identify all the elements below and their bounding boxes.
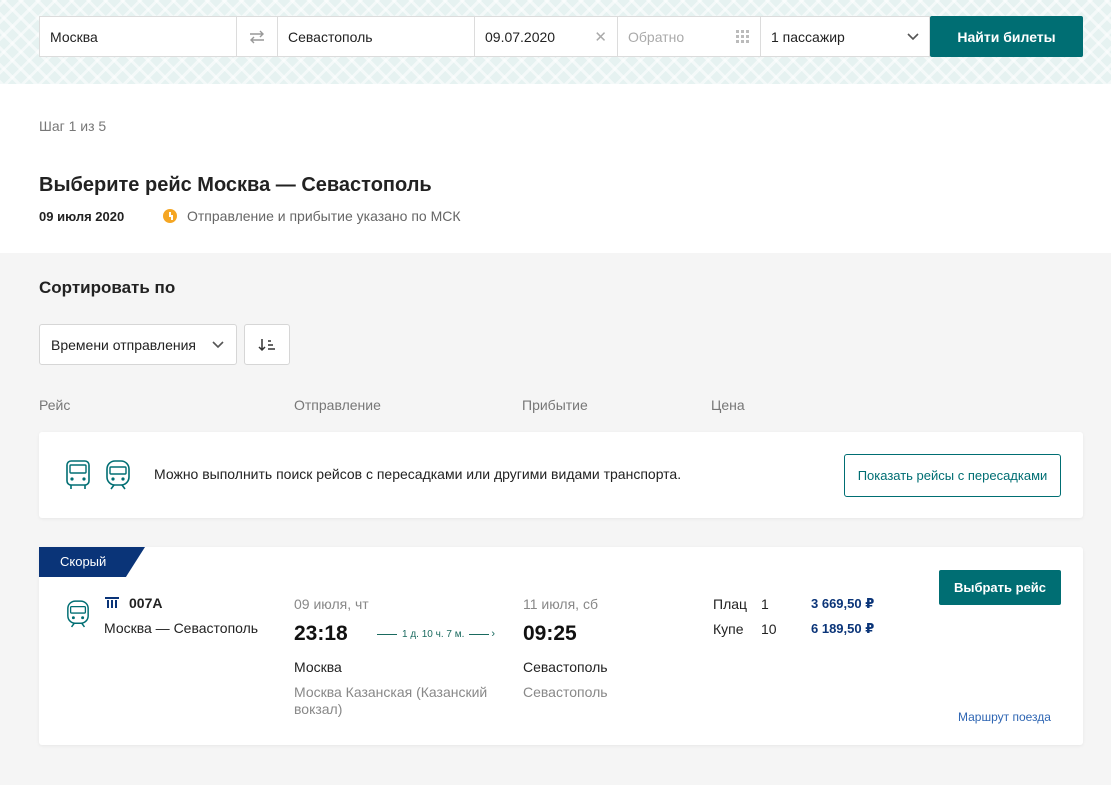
return-placeholder: Обратно bbox=[628, 28, 685, 45]
from-field[interactable]: Москва bbox=[39, 16, 236, 57]
train-number: 007А bbox=[104, 595, 162, 611]
find-tickets-button[interactable]: Найти билеты bbox=[930, 16, 1083, 57]
chevron-down-icon bbox=[907, 32, 919, 40]
train-number-value: 007А bbox=[129, 595, 163, 611]
fare-class: Купе bbox=[713, 621, 744, 637]
swap-button[interactable] bbox=[236, 16, 277, 57]
passengers-value: 1 пассажир bbox=[771, 28, 845, 45]
page-title: Выберите рейс Москва — Севастополь bbox=[39, 174, 432, 196]
to-value: Севастополь bbox=[288, 28, 373, 45]
step-indicator: Шаг 1 из 5 bbox=[39, 118, 107, 134]
timezone-text: Отправление и прибытие указано по МСК bbox=[187, 208, 461, 224]
calendar-grid-icon bbox=[736, 29, 749, 43]
departure-time: 23:18 bbox=[294, 622, 348, 645]
travel-duration: 1 д. 10 ч. 7 м. › bbox=[372, 628, 495, 640]
results-header: Шаг 1 из 5 Выберите рейс Москва — Севаст… bbox=[0, 84, 1111, 253]
train-route-link[interactable]: Маршрут поезда bbox=[958, 710, 1051, 724]
timezone-note: Отправление и прибытие указано по МСК bbox=[163, 208, 461, 224]
train-icon bbox=[67, 600, 89, 628]
sort-select[interactable]: Времени отправления bbox=[39, 324, 237, 365]
transport-icons bbox=[65, 459, 131, 491]
column-departure: Отправление bbox=[294, 397, 381, 413]
return-date-field[interactable]: Обратно bbox=[617, 16, 760, 57]
brand-train-logo-icon bbox=[105, 597, 119, 608]
date-value: 09.07.2020 bbox=[485, 28, 556, 45]
arrival-date: 11 июля, сб bbox=[523, 596, 598, 612]
train-result-card: Скорый 007А Москва — Севастополь 09 июля… bbox=[39, 547, 1083, 745]
fare-row: Плац 1 3 669,50 ₽ bbox=[713, 596, 874, 612]
search-form: Москва Севастополь 09.07.2020 ✕ Обратно bbox=[39, 16, 1083, 57]
departure-station: Москва Казанская (Казанский вокзал) bbox=[294, 684, 488, 717]
to-field[interactable]: Севастополь bbox=[277, 16, 474, 57]
sort-selected-value: Времени отправления bbox=[51, 336, 197, 353]
train-type-badge: Скорый bbox=[39, 547, 145, 577]
arrow-right-icon: › bbox=[491, 628, 496, 640]
show-transfers-button[interactable]: Показать рейсы с пересадками bbox=[844, 454, 1061, 497]
swap-icon bbox=[250, 30, 264, 43]
arrival-city: Севастополь bbox=[523, 659, 608, 675]
date-field[interactable]: 09.07.2020 ✕ bbox=[474, 16, 617, 57]
duration-line bbox=[377, 633, 397, 635]
fare-seats: 10 bbox=[761, 621, 777, 637]
arrival-time: 09:25 bbox=[523, 622, 577, 645]
arrival-station: Севастополь bbox=[523, 684, 608, 700]
departure-city: Москва bbox=[294, 659, 342, 675]
duration-value: 1 д. 10 ч. 7 м. bbox=[402, 628, 465, 640]
sort-order-button[interactable] bbox=[244, 324, 290, 365]
column-price: Цена bbox=[711, 397, 745, 413]
chevron-down-icon bbox=[212, 340, 224, 348]
transfer-info-card: Можно выполнить поиск рейсов с пересадка… bbox=[39, 432, 1083, 518]
sort-descending-icon bbox=[258, 338, 275, 351]
fare-seats: 1 bbox=[761, 596, 769, 612]
fare-price: 3 669,50 ₽ bbox=[811, 596, 875, 611]
train-icon bbox=[106, 460, 130, 490]
sort-title: Сортировать по bbox=[39, 278, 176, 297]
search-bar-background: Москва Севастополь 09.07.2020 ✕ Обратно bbox=[0, 0, 1111, 84]
fare-class: Плац bbox=[713, 596, 748, 612]
from-value: Москва bbox=[50, 28, 98, 45]
duration-line bbox=[469, 633, 490, 635]
train-route: Москва — Севастополь bbox=[104, 620, 259, 636]
bus-icon bbox=[66, 460, 90, 489]
fare-price: 6 189,50 ₽ bbox=[811, 621, 875, 636]
column-arrival: Прибытие bbox=[522, 397, 588, 413]
clock-icon bbox=[163, 209, 177, 223]
column-route: Рейс bbox=[39, 397, 71, 413]
passengers-select[interactable]: 1 пассажир bbox=[760, 16, 930, 57]
fare-row: Купе 10 6 189,50 ₽ bbox=[713, 621, 874, 637]
clear-date-icon[interactable]: ✕ bbox=[594, 28, 607, 46]
choose-train-button[interactable]: Выбрать рейс bbox=[939, 570, 1061, 605]
departure-date: 09 июля, чт bbox=[294, 596, 369, 612]
travel-date: 09 июля 2020 bbox=[39, 209, 125, 224]
transfer-info-text: Можно выполнить поиск рейсов с пересадка… bbox=[154, 466, 682, 482]
